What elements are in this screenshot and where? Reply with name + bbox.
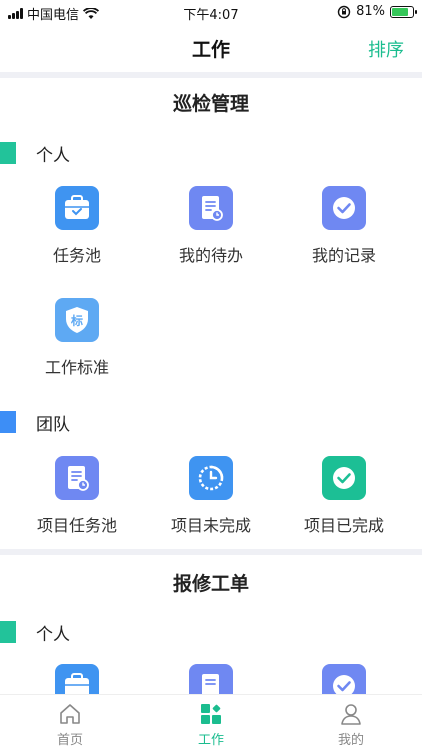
group-label: 个人 [36,624,70,645]
tab-home[interactable]: 首页 [20,701,120,748]
group-header-personal: 个人 [0,141,70,166]
tab-mine[interactable]: 我的 [301,701,401,748]
group-label: 团队 [36,414,70,435]
status-right: 81% [337,4,417,19]
tile-project-completed[interactable]: 项目已完成 [274,456,414,536]
group-marker [0,411,16,433]
project-document-icon [55,456,99,500]
tile-label: 我的记录 [311,246,376,265]
section-divider [0,72,422,78]
tab-work[interactable]: 工作 [161,701,261,748]
group-header-team: 团队 [0,410,70,435]
todo-document-icon [189,186,233,230]
battery-percent: 81% [356,4,385,19]
tile-label: 工作标准 [44,358,109,377]
sort-button[interactable]: 排序 [368,36,404,62]
page-title: 工作 [191,39,230,61]
briefcase-icon [55,186,99,230]
group-marker [0,621,16,643]
nav-bar: 工作 排序 [0,24,422,72]
shield-glyph: 标 [70,313,83,328]
tile-work-standard[interactable]: 标 工作标准 [7,298,147,378]
user-icon [338,701,364,727]
tile-label: 任务池 [52,246,101,265]
battery-icon [390,5,417,18]
battery-fill [392,7,409,16]
tile-project-task-pool[interactable]: 项目任务池 [7,456,147,536]
tile-label: 项目任务池 [36,516,117,535]
tile-my-todo[interactable]: 我的待办 [141,186,281,266]
tab-bar: 首页 工作 我的 [0,694,422,750]
grid-icon [198,701,224,727]
tile-task-pool[interactable]: 任务池 [7,186,147,266]
group-header-personal: 个人 [0,620,70,645]
home-icon [57,701,83,727]
tile-label: 项目未完成 [170,516,251,535]
tile-my-records[interactable]: 我的记录 [274,186,414,266]
group-marker [0,142,16,164]
standard-shield-icon: 标 [55,298,99,342]
section-title-repair-orders: 报修工单 [172,573,249,595]
tile-label: 项目已完成 [303,516,384,535]
orientation-lock-icon [337,5,351,18]
section-title-inspection: 巡检管理 [172,93,249,115]
group-label: 个人 [36,145,70,166]
tab-label: 我的 [337,733,364,748]
section-divider [0,549,422,555]
pie-clock-icon [189,456,233,500]
tile-label: 我的待办 [178,246,243,265]
tab-label: 首页 [56,733,83,748]
tab-label: 工作 [197,733,224,748]
status-bar: 中国电信 下午4:07 81% [0,0,422,24]
completed-check-icon [322,456,366,500]
tile-project-incomplete[interactable]: 项目未完成 [141,456,281,536]
check-record-icon [322,186,366,230]
